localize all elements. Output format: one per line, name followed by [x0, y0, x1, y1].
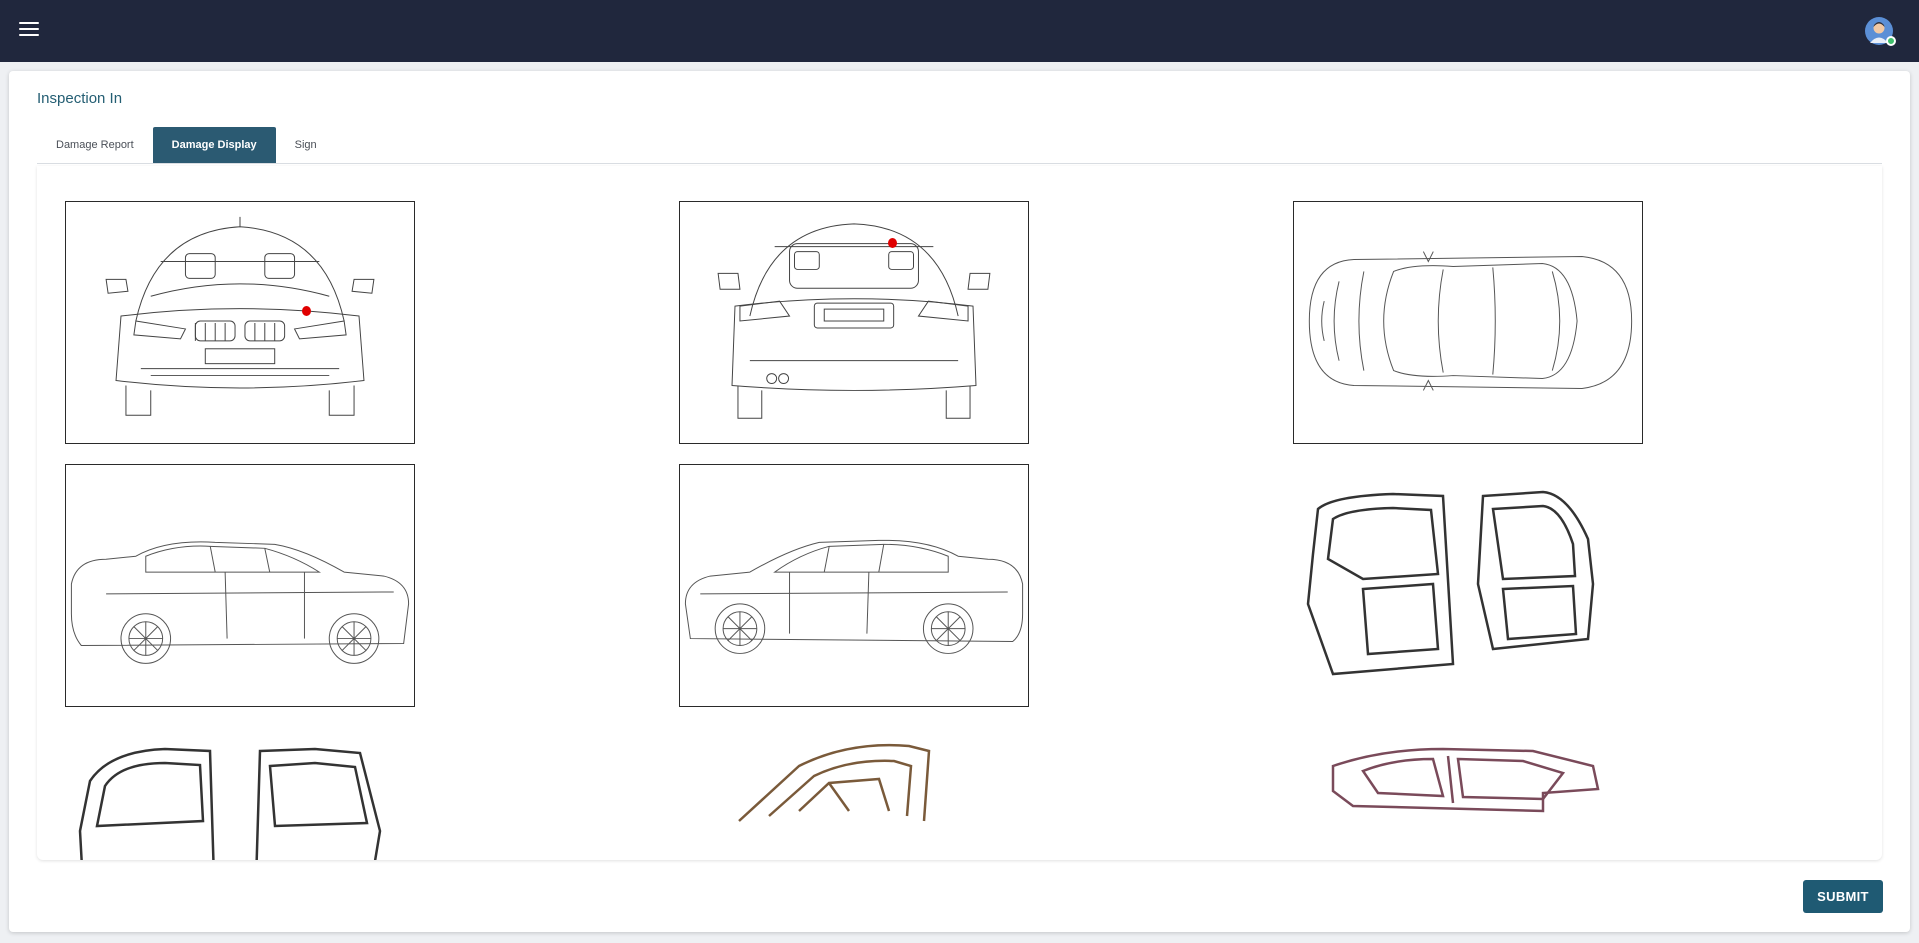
- page-title: Inspection In: [37, 90, 123, 107]
- hamburger-menu-icon[interactable]: [19, 22, 39, 38]
- inspection-card: Inspection In Damage Report Damage Displ…: [9, 71, 1910, 932]
- car-side-frame-diagram[interactable]: [1293, 711, 1643, 860]
- car-trunk-lid-diagram[interactable]: [679, 711, 1029, 860]
- top-navbar: [0, 0, 1919, 62]
- user-avatar-icon[interactable]: [1865, 17, 1896, 46]
- car-left-doors-diagram[interactable]: [65, 711, 415, 860]
- tab-damage-report[interactable]: Damage Report: [37, 127, 153, 163]
- car-top-view-diagram[interactable]: [1293, 201, 1643, 444]
- tab-sign[interactable]: Sign: [276, 127, 336, 163]
- car-right-side-view-diagram[interactable]: [679, 464, 1029, 707]
- tab-damage-display[interactable]: Damage Display: [152, 127, 276, 163]
- inspection-tabs: Damage Report Damage Display Sign: [37, 127, 1882, 164]
- damage-display-panel: [37, 166, 1882, 860]
- car-left-side-view-diagram[interactable]: [65, 464, 415, 707]
- car-rear-view-diagram[interactable]: [679, 201, 1029, 444]
- car-front-view-diagram[interactable]: [65, 201, 415, 444]
- car-right-doors-diagram[interactable]: [1293, 464, 1643, 707]
- submit-button[interactable]: SUBMIT: [1803, 880, 1883, 913]
- online-status-icon: [1886, 36, 1896, 46]
- damage-marker[interactable]: [302, 306, 311, 316]
- damage-marker[interactable]: [888, 238, 897, 248]
